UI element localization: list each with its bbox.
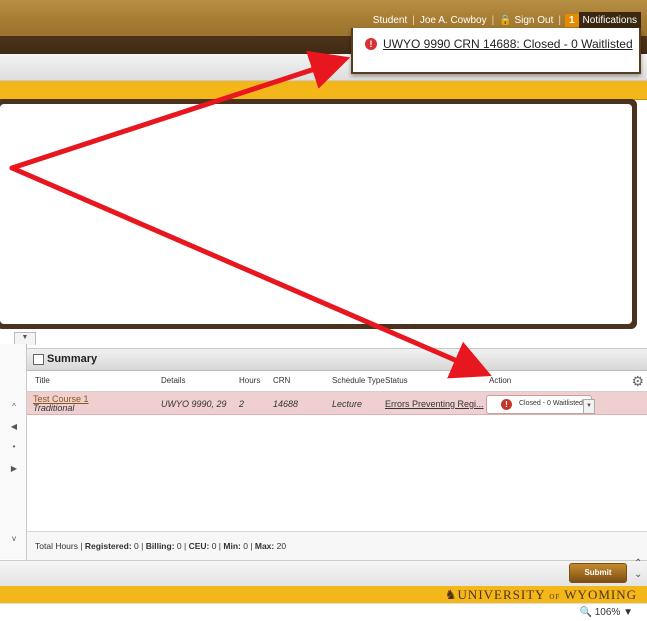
annotation-arrows [9, 50, 492, 379]
arrow-to-notification [9, 50, 351, 171]
arrow-to-action [9, 165, 492, 379]
